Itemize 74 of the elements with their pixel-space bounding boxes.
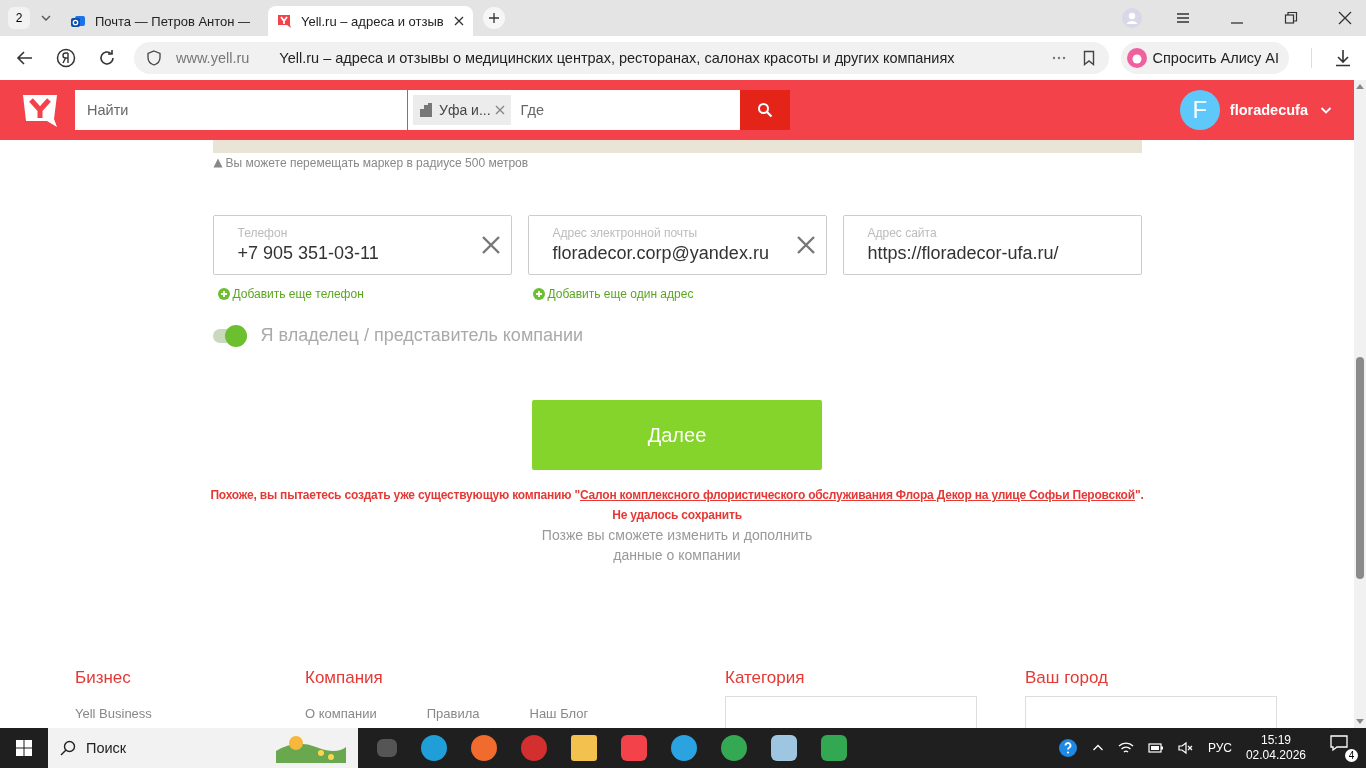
field-value[interactable]: https://floradecor-ufa.ru/ (867, 243, 1131, 264)
close-icon[interactable] (1338, 11, 1352, 25)
site-logo-icon[interactable] (20, 92, 60, 128)
footer-heading: Бизнес (75, 668, 132, 688)
notifications-button[interactable]: 4 (1330, 734, 1358, 762)
location-chip[interactable]: Уфа и... (413, 95, 511, 125)
map-hint: Вы можете перемещать маркер в радиусе 500 метров (225, 156, 529, 170)
reload-icon[interactable] (98, 49, 116, 67)
save-error: Не удалось сохранить (611, 508, 743, 522)
field-label: Телефон (237, 226, 289, 240)
text-field[interactable]: Адрес электронной почты floradecor.corp@yandex.ru (527, 215, 827, 275)
windows-logo-icon[interactable] (16, 740, 32, 756)
field-value[interactable]: floradecor.corp@yandex.ru (552, 243, 796, 264)
message-icon (1330, 734, 1348, 752)
user-name[interactable]: floradecufa (1229, 102, 1308, 118)
footer-link[interactable]: Правила (426, 706, 480, 721)
ask-alice-button[interactable]: Спросить Алису AI (1120, 42, 1289, 74)
url-domain: www.yell.ru (176, 50, 250, 66)
restore-icon[interactable] (1284, 11, 1298, 25)
clear-icon[interactable] (480, 235, 501, 255)
field-label: Адрес электронной почты (552, 226, 699, 240)
plus-circle-icon (532, 288, 545, 300)
search-icon (757, 102, 773, 118)
footer-heading: Компания (305, 668, 384, 688)
search-button[interactable] (740, 90, 790, 130)
buildings-icon (419, 102, 435, 118)
logo-icon (276, 13, 292, 29)
scrollbar[interactable] (1354, 80, 1366, 728)
warning-icon (212, 158, 223, 168)
search-icon (60, 740, 76, 756)
notification-count: 4 (1345, 749, 1358, 762)
company-link[interactable]: Салон комплексного флористического обслуживания Флора Декор на улице Софьи Перовской (579, 488, 1135, 502)
location-field[interactable]: Уфа и... Где (407, 90, 740, 130)
page-title: Yell.ru – адреса и отзывы о медицинских центрах, ресторанах, салонах красоты и других компаниях (279, 50, 956, 66)
footer-heading: Ваш город (1025, 668, 1109, 688)
footer-link[interactable]: Наш Блог (529, 706, 589, 721)
error-message: Похоже, вы пытаетесь создать уже существующую компанию "Салон комплексного флористического обслуживания Флора Декор на улице Софьи Перовской". (209, 488, 1145, 502)
battery-icon[interactable] (1147, 740, 1164, 756)
alice-icon (1126, 48, 1147, 68)
browser-tab[interactable]: Yell.ru – адреса и отзыв (268, 6, 473, 36)
speaker-muted-icon[interactable] (1177, 740, 1194, 756)
close-icon[interactable] (452, 15, 465, 27)
help-icon[interactable] (1057, 738, 1078, 758)
scroll-up-icon[interactable] (1356, 83, 1364, 89)
search-field[interactable]: Найти (75, 90, 407, 130)
back-arrow-icon[interactable] (16, 49, 34, 67)
clock[interactable]: 15:19 02.04.2026 (1245, 733, 1306, 763)
footer-link[interactable]: Yell Business (75, 706, 152, 721)
clear-icon[interactable] (795, 235, 816, 255)
new-tab-button[interactable] (482, 7, 505, 29)
meadow-icon (276, 733, 346, 763)
tab-count[interactable]: 2 (8, 7, 30, 29)
toggle-label: Я владелец / представитель компании (260, 325, 584, 346)
taskbar-search[interactable]: Поиск (48, 728, 358, 768)
text-field[interactable]: Адрес сайта https://floradecor-ufa.ru/ (842, 215, 1142, 275)
address-bar[interactable]: www.yell.ru Yell.ru – адреса и отзывы о медицинских центрах, ресторанах, салонах красоты и других компаниях (134, 42, 1109, 74)
menu-icon[interactable] (1176, 11, 1190, 25)
note-text: Позже вы сможете изменить и дополнить данные о компании (540, 526, 814, 565)
plus-circle-icon (217, 288, 230, 300)
field-value[interactable]: +7 905 351-03-11 (237, 243, 481, 264)
text-field[interactable]: Телефон +7 905 351-03-11 (212, 215, 512, 275)
field-label: Адрес сайта (867, 226, 938, 240)
location-text: Уфа и... (439, 102, 491, 118)
footer-link[interactable]: О компании (305, 706, 377, 721)
scroll-down-icon[interactable] (1356, 719, 1364, 725)
mail-icon (70, 13, 86, 29)
scroll-thumb[interactable] (1356, 357, 1364, 579)
language-indicator[interactable]: РУС (1207, 741, 1232, 755)
location-placeholder[interactable]: Где (510, 102, 554, 118)
browser-logo-icon[interactable] (56, 48, 76, 68)
plus-icon (487, 12, 500, 24)
footer-heading: Категория (725, 668, 806, 688)
download-icon[interactable] (1334, 49, 1352, 67)
shield-icon (146, 50, 162, 66)
